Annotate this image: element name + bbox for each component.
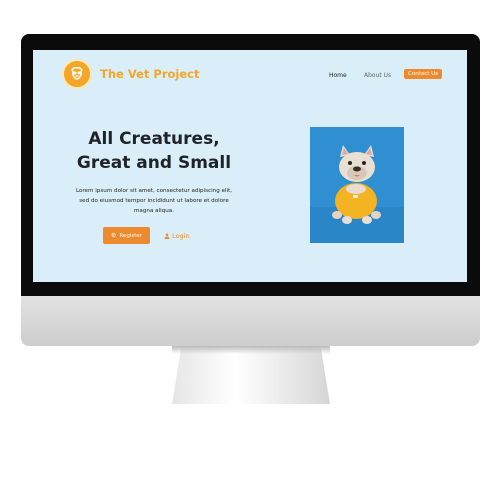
register-button[interactable]: ⚙ Register (103, 227, 150, 244)
hero-title: All Creatures, Great and Small (73, 127, 235, 175)
hero-title-line1: All Creatures, (88, 129, 220, 149)
monitor-stand (172, 346, 330, 404)
gear-icon: ⚙ (110, 232, 117, 239)
hero-description-line3: magna aliqua. (133, 207, 175, 214)
nav-about-link[interactable]: About Us (364, 72, 391, 79)
register-button-label: Register (119, 232, 143, 239)
hero-description: Lorem ipsum dolor sit amet, consectetur … (73, 187, 235, 216)
monitor-stand-shadow (172, 346, 330, 354)
user-icon (164, 232, 172, 240)
contact-us-button[interactable]: Contact Us (404, 69, 443, 79)
brand-name[interactable]: The Vet Project (100, 67, 199, 81)
login-label: Login (172, 232, 190, 240)
hero-title-line2: Great and Small (76, 153, 232, 173)
login-link[interactable]: Login (164, 232, 190, 240)
dog-paw-logo-icon[interactable] (62, 59, 92, 89)
monitor-chin (21, 296, 480, 346)
dog-photo (310, 127, 404, 243)
hero-description-line2: sed do eiusmod tempor incididunt ut labo… (79, 197, 229, 204)
french-bulldog-illustration (310, 127, 404, 243)
nav-home-link[interactable]: Home (329, 72, 347, 79)
website-screen: The Vet Project Home About Us Contact Us… (33, 50, 467, 282)
hero-description-line1: Lorem ipsum dolor sit amet, consectetur … (75, 188, 233, 194)
